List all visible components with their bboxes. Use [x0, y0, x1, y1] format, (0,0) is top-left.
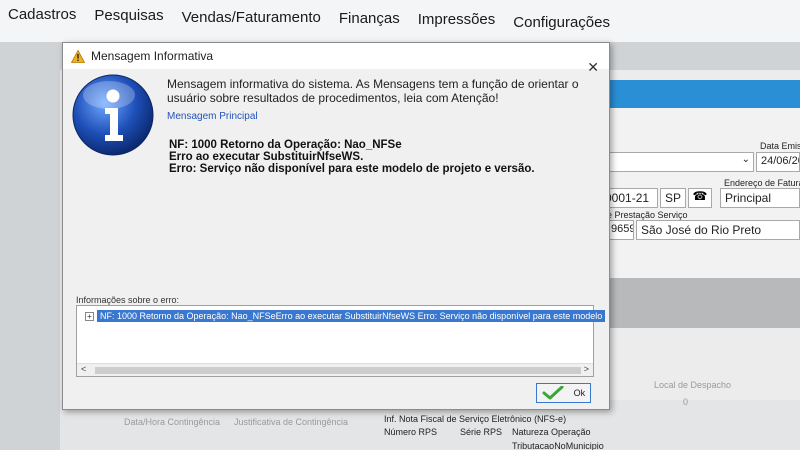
natureza-operacao-label: Natureza Operação	[512, 427, 591, 437]
principal-message-link[interactable]: Mensagem Principal	[167, 111, 258, 122]
dialog-intro-text: Mensagem informativa do sistema. As Mens…	[167, 77, 579, 105]
scrollbar-thumb[interactable]	[95, 367, 581, 374]
menu-impressoes[interactable]: Impressões	[418, 11, 496, 28]
error-info-label: Informações sobre o erro:	[76, 295, 180, 305]
menu-pesquisas[interactable]: Pesquisas	[94, 7, 163, 24]
cidade-name-field[interactable]: São José do Rio Preto	[636, 220, 800, 240]
data-emissao-field[interactable]: 24/06/20	[756, 152, 800, 172]
check-icon	[542, 386, 564, 400]
nfse-inf-label: Inf. Nota Fiscal de Serviço Eletrônico (…	[384, 414, 567, 424]
error-line-1: NF: 1000 Retorno da Operação: Nao_NFSe	[169, 139, 402, 151]
ok-button[interactable]: Ok	[536, 383, 591, 403]
background-gray-band	[600, 278, 800, 328]
tree-item[interactable]: + NF: 1000 Retorno da Operação: Nao_NFSe…	[85, 310, 606, 322]
dialog-titlebar: Mensagem Informativa	[63, 43, 609, 69]
error-line-3: Erro: Serviço não disponível para este m…	[169, 163, 535, 175]
message-dialog: Mensagem Informativa ✕ Mensagem informat…	[62, 42, 610, 410]
menu-financas[interactable]: Finanças	[339, 10, 400, 27]
local-despacho-label: Local de Despacho	[654, 380, 732, 390]
data-emissao-label: Data Emiss	[760, 141, 800, 151]
ok-button-label: Ok	[573, 388, 586, 398]
tributacao-label: TributacaoNoMunicipio	[512, 441, 604, 450]
menu-cadastros[interactable]: Cadastros	[8, 6, 76, 23]
horizontal-scrollbar[interactable]: < >	[77, 363, 593, 376]
dialog-title: Mensagem Informativa	[91, 49, 214, 63]
lookup-button[interactable]: ☎	[688, 188, 712, 208]
warning-icon	[71, 49, 85, 63]
tree-item-text[interactable]: NF: 1000 Retorno da Operação: Nao_NFSeEr…	[97, 310, 606, 322]
error-line-2: Erro ao executar SubstituirNfseWS.	[169, 151, 364, 163]
prestacao-servico-label: de Prestação Serviço	[602, 210, 688, 220]
expand-icon[interactable]: +	[85, 311, 94, 321]
menu-vendas-faturamento[interactable]: Vendas/Faturamento	[182, 9, 321, 26]
uf-field[interactable]: SP	[660, 188, 686, 208]
close-icon[interactable]: ✕	[587, 59, 599, 76]
contingencia-label: Data/Hora Contingência	[124, 417, 221, 427]
endereco-faturamento-label: Endereço de Fatura	[724, 178, 800, 188]
main-menu-bar: Cadastros Pesquisas Vendas/Faturamento F…	[0, 0, 800, 42]
justificativa-label: Justificativa de Contingência	[234, 417, 349, 427]
serie-rps-label: Série RPS	[460, 427, 503, 437]
error-info-tree[interactable]: + NF: 1000 Retorno da Operação: Nao_NFSe…	[76, 305, 606, 377]
info-icon	[72, 74, 154, 156]
numero-rps-label: Número RPS	[384, 427, 438, 437]
menu-configuracoes[interactable]: Configurações	[513, 14, 610, 31]
scroll-right-icon[interactable]: >	[584, 364, 589, 374]
endereco-faturamento-field[interactable]: Principal	[720, 188, 800, 208]
cidade-code-field[interactable]: 9659	[606, 220, 634, 240]
error-message: NF: 1000 Retorno da Operação: Nao_NFSe E…	[169, 139, 535, 175]
background-select[interactable]: ⌄	[600, 152, 754, 172]
background-titlebar	[600, 80, 800, 108]
chevron-down-icon: ⌄	[741, 154, 750, 165]
scroll-left-icon[interactable]: <	[81, 364, 86, 374]
local-despacho-value: 0	[683, 397, 689, 407]
phone-icon: ☎	[692, 189, 708, 203]
